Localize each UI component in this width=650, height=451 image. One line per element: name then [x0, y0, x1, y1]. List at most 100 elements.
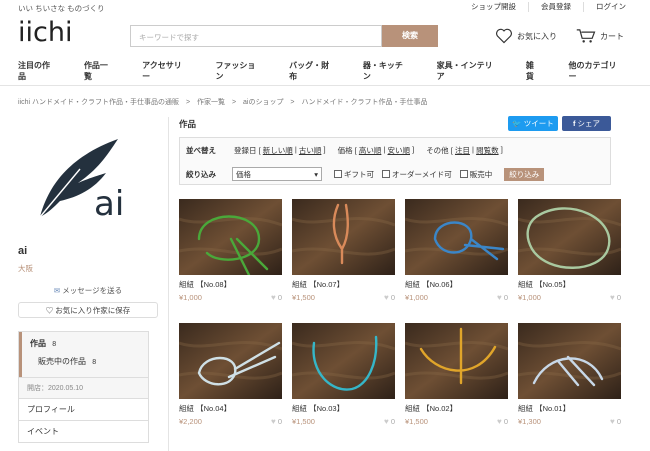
- like-button[interactable]: ♥ 0: [384, 417, 395, 426]
- nav-featured[interactable]: 注目の作品: [18, 60, 57, 82]
- breadcrumb-current: ハンドメイド・クラフト作品・手仕事品: [301, 99, 428, 106]
- sort-oldest[interactable]: 古い順: [299, 145, 322, 156]
- product-image[interactable]: [291, 199, 396, 275]
- heart-icon: [496, 28, 512, 44]
- product-card[interactable]: 組紐 【No.02】 ¥1,500 ♥ 0: [404, 323, 509, 426]
- like-button[interactable]: ♥ 0: [271, 293, 282, 302]
- nav-kitchen[interactable]: 器・キッチン: [363, 60, 410, 82]
- menu-onsale-count: 8: [92, 359, 97, 366]
- register-link[interactable]: 会員登録: [528, 2, 583, 12]
- sort-views[interactable]: 閲覧数: [476, 145, 499, 156]
- menu-onsale[interactable]: 販売中の作品 8: [30, 356, 140, 367]
- breadcrumb-shop[interactable]: aiのショップ: [243, 99, 283, 106]
- heart-icon: ♥: [609, 293, 615, 302]
- product-price: ¥2,200: [179, 417, 202, 426]
- product-price: ¥1,500: [405, 417, 428, 426]
- product-image[interactable]: [291, 323, 396, 399]
- like-button[interactable]: ♥ 0: [497, 417, 508, 426]
- product-title[interactable]: 組紐 【No.02】: [405, 403, 508, 414]
- product-price: ¥1,000: [179, 293, 202, 302]
- cart-label: カート: [600, 31, 624, 41]
- product-image[interactable]: [178, 199, 283, 277]
- shop-menu-works: 作品 8 販売中の作品 8: [19, 332, 148, 377]
- product-title[interactable]: 組紐 【No.07】: [292, 279, 395, 290]
- product-image[interactable]: [178, 323, 283, 399]
- breadcrumb-home[interactable]: iichi ハンドメイド・クラフト作品・手仕事品の通販: [18, 99, 179, 106]
- like-count: 0: [503, 293, 508, 302]
- filter-button[interactable]: 絞り込み: [504, 167, 545, 181]
- product-title[interactable]: 組紐 【No.01】: [518, 403, 621, 414]
- nav-accessories[interactable]: アクセサリー: [142, 60, 188, 82]
- nav-interior[interactable]: 家具・インテリア: [437, 60, 499, 82]
- search-input[interactable]: キーワードで探す: [130, 25, 382, 47]
- chevron-down-icon: ▾: [314, 169, 318, 179]
- nav-bags[interactable]: バッグ・財布: [289, 60, 336, 82]
- on-sale-checkbox[interactable]: [459, 170, 468, 178]
- facebook-icon: f: [572, 119, 576, 128]
- sort-newest[interactable]: 新しい順: [263, 145, 293, 156]
- nav-all-works[interactable]: 作品一覧: [84, 60, 115, 82]
- product-card[interactable]: 組紐 【No.04】 ¥2,200 ♥ 0: [178, 323, 283, 426]
- product-card[interactable]: 組紐 【No.05】 ¥1,000 ♥ 0: [517, 199, 622, 302]
- send-message-link[interactable]: ✉ メッセージを送る: [18, 285, 158, 296]
- filter-row: 絞り込み 価格 ▾ ギフト可 オーダーメイド可 販売中 絞り込み: [186, 167, 545, 181]
- breadcrumb: iichi ハンドメイド・クラフト作品・手仕事品の通販 > 作家一覧 > aiの…: [18, 97, 432, 107]
- share-label: シェア: [577, 119, 601, 128]
- save-artist-button[interactable]: ♡ お気に入り作家に保存: [18, 302, 158, 318]
- product-image[interactable]: [517, 199, 622, 275]
- price-select[interactable]: 価格 ▾: [232, 167, 322, 181]
- heart-icon: ♥: [270, 417, 276, 426]
- product-image[interactable]: [404, 199, 509, 275]
- nav-goods[interactable]: 雑貨: [526, 60, 542, 82]
- like-button[interactable]: ♥ 0: [497, 293, 508, 302]
- product-title[interactable]: 組紐 【No.03】: [292, 403, 395, 414]
- open-shop-link[interactable]: ショップ開設: [459, 2, 528, 12]
- nav-other[interactable]: 他のカテゴリー: [568, 60, 623, 82]
- login-link[interactable]: ログイン: [583, 2, 638, 12]
- like-count: 0: [277, 293, 282, 302]
- product-card[interactable]: 組紐 【No.07】 ¥1,500 ♥ 0: [291, 199, 396, 302]
- sort-low[interactable]: 安い順: [388, 145, 411, 156]
- menu-works[interactable]: 作品 8: [30, 338, 140, 349]
- like-button[interactable]: ♥ 0: [384, 293, 395, 302]
- menu-works-count: 8: [52, 341, 57, 348]
- product-image[interactable]: [404, 323, 509, 399]
- twitter-icon: 🐦: [512, 119, 522, 128]
- like-button[interactable]: ♥ 0: [271, 417, 282, 426]
- like-button[interactable]: ♥ 0: [610, 417, 621, 426]
- product-card[interactable]: 組紐 【No.03】 ¥1,500 ♥ 0: [291, 323, 396, 426]
- product-title[interactable]: 組紐 【No.06】: [405, 279, 508, 290]
- sort-price-label: 価格 [: [337, 146, 357, 155]
- sort-featured[interactable]: 注目: [455, 145, 470, 156]
- site-logo[interactable]: iichi: [18, 17, 72, 48]
- favorites-label: お気に入り: [517, 31, 557, 41]
- favorites-link[interactable]: お気に入り: [495, 28, 557, 44]
- product-image[interactable]: [517, 323, 622, 399]
- menu-profile[interactable]: プロフィール: [19, 399, 148, 421]
- feather-logo: ai: [39, 139, 124, 224]
- nav-fashion[interactable]: ファッション: [215, 60, 262, 82]
- like-button[interactable]: ♥ 0: [610, 293, 621, 302]
- product-title[interactable]: 組紐 【No.04】: [179, 403, 282, 414]
- shop-name: ai: [18, 245, 28, 257]
- tweet-button[interactable]: 🐦 ツイート: [508, 116, 558, 131]
- sort-high[interactable]: 高い順: [359, 145, 382, 156]
- sort-reg-label: 登録日 [: [234, 146, 261, 155]
- product-title[interactable]: 組紐 【No.08】: [179, 279, 282, 290]
- order-checkbox[interactable]: [382, 170, 390, 178]
- sort-bracket: ]: [323, 145, 326, 154]
- menu-event[interactable]: イベント: [19, 421, 148, 443]
- facebook-share-button[interactable]: f シェア: [562, 116, 611, 131]
- product-card[interactable]: 組紐 【No.08】 ¥1,000 ♥ 0: [178, 199, 283, 302]
- search-button[interactable]: 検索: [382, 25, 438, 47]
- product-card[interactable]: 組紐 【No.06】 ¥1,000 ♥ 0: [404, 199, 509, 302]
- breadcrumb-artists[interactable]: 作家一覧: [197, 99, 225, 106]
- product-title[interactable]: 組紐 【No.05】: [518, 279, 621, 290]
- cart-link[interactable]: カート: [576, 28, 624, 44]
- gift-checkbox[interactable]: [334, 170, 342, 178]
- mail-icon: ✉: [53, 286, 61, 295]
- product-card[interactable]: 組紐 【No.01】 ¥1,300 ♥ 0: [517, 323, 622, 426]
- shop-menu: 作品 8 販売中の作品 8 開店：2020.05.10 プロフィール イベント: [18, 331, 149, 443]
- shop-location: 大阪: [18, 264, 33, 273]
- tweet-label: ツイート: [523, 119, 554, 128]
